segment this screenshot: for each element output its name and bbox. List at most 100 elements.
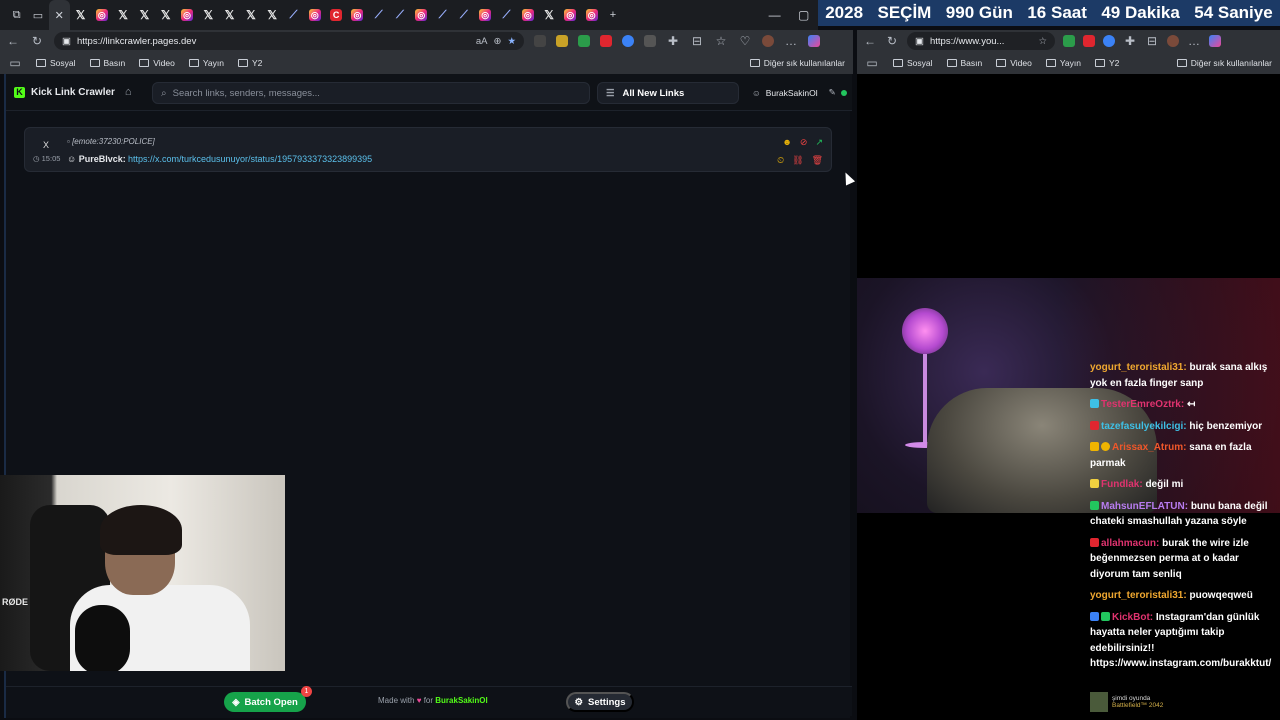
bookmark-folder[interactable]: Video xyxy=(139,58,175,68)
browser-essentials-icon[interactable]: ♡ xyxy=(738,34,752,48)
browser-tab[interactable]: ◎ xyxy=(176,0,197,30)
browser-tab[interactable]: ◎ xyxy=(475,0,496,30)
copilot-icon[interactable] xyxy=(808,35,820,47)
browser-tab[interactable]: 𝕏 xyxy=(70,0,91,30)
browser-tab[interactable]: ◎ xyxy=(347,0,368,30)
bookmark-folder[interactable]: Video xyxy=(996,58,1032,68)
bookmark-folder[interactable]: Yayın xyxy=(1045,58,1081,68)
favorite-star-icon[interactable]: ☆ xyxy=(1038,36,1047,47)
bookmark-folder[interactable]: Sosyal xyxy=(36,58,76,68)
open-external-icon[interactable]: ↗ xyxy=(815,137,823,148)
browser-tab[interactable]: ◎ xyxy=(91,0,112,30)
browser-tab[interactable]: 𝕏 xyxy=(198,0,219,30)
browser-tab[interactable]: ⟋ xyxy=(389,0,410,30)
bookmark-folder[interactable]: Y2 xyxy=(237,58,262,68)
author-link[interactable]: BurakSakinOl xyxy=(435,696,487,705)
filter-dropdown[interactable]: ☰ All New Links xyxy=(597,82,739,104)
maximize-icon[interactable]: ▢ xyxy=(798,8,809,22)
read-aloud-icon[interactable]: aA xyxy=(476,36,488,47)
unlink-icon[interactable]: ⛓ xyxy=(792,155,803,166)
extension-icon[interactable] xyxy=(622,35,634,47)
bookmark-folder[interactable]: Yayın xyxy=(188,58,224,68)
copilot-icon[interactable] xyxy=(1209,35,1221,47)
tab-active-close[interactable]: ✕ xyxy=(48,0,70,30)
extension-icon[interactable] xyxy=(1083,35,1095,47)
browser-tab[interactable]: C xyxy=(325,0,346,30)
extension-icon[interactable] xyxy=(534,35,546,47)
refresh-icon[interactable]: ↻ xyxy=(30,34,44,48)
browser-tab[interactable]: 𝕏 xyxy=(240,0,261,30)
video-fan-pole xyxy=(923,354,927,444)
browser-tab[interactable]: 𝕏 xyxy=(112,0,133,30)
folder-icon xyxy=(188,59,199,67)
browser-tab[interactable]: ◎ xyxy=(560,0,581,30)
other-bookmarks[interactable]: Diğer sık kullanılanlar xyxy=(1176,58,1272,68)
browser-tab[interactable]: ◎ xyxy=(304,0,325,30)
site-info-icon[interactable]: ▣ xyxy=(62,36,71,47)
profile-avatar-icon[interactable] xyxy=(1167,35,1179,47)
delete-icon[interactable]: 🗑 xyxy=(812,155,823,166)
extensions-puzzle-icon[interactable]: ✚ xyxy=(666,34,680,48)
site-info-icon[interactable]: ▣ xyxy=(915,36,924,47)
message-link[interactable]: https://x.com/turkcedusunuyor/status/195… xyxy=(128,154,372,164)
batch-open-button[interactable]: ◈ Batch Open xyxy=(224,692,306,712)
bookmark-folder[interactable]: Basın xyxy=(946,58,982,68)
back-icon[interactable]: ← xyxy=(863,34,877,48)
extension-icon[interactable] xyxy=(1063,35,1075,47)
back-icon[interactable]: ← xyxy=(6,34,20,48)
browser-tab[interactable]: ⟋ xyxy=(432,0,453,30)
favorites-icon[interactable]: ☆ xyxy=(714,34,728,48)
extension-icon[interactable] xyxy=(578,35,590,47)
zoom-icon[interactable]: ⊕ xyxy=(494,36,502,47)
browser-tab[interactable]: 𝕏 xyxy=(538,0,559,30)
x-favicon-icon: 𝕏 xyxy=(246,8,256,22)
browser-tab[interactable]: ◎ xyxy=(581,0,602,30)
minimize-icon[interactable]: — xyxy=(769,8,781,22)
workspaces-icon[interactable]: ⧉ xyxy=(6,0,27,30)
split-screen-icon[interactable]: ⊟ xyxy=(690,34,704,48)
address-bar-right: ← ↻ ▣ https://www.you... ☆ ✚ ⊟ … xyxy=(857,30,1280,52)
url-field-right[interactable]: ▣ https://www.you... ☆ xyxy=(907,32,1055,50)
more-menu-icon[interactable]: … xyxy=(1187,34,1201,48)
browser-tab[interactable]: ⟋ xyxy=(283,0,304,30)
refresh-icon[interactable]: ↻ xyxy=(885,34,899,48)
profile-avatar-icon[interactable] xyxy=(762,35,774,47)
bookmark-folder[interactable]: Sosyal xyxy=(893,58,933,68)
browser-tab[interactable]: ◎ xyxy=(517,0,538,30)
favorite-star-icon[interactable]: ★ xyxy=(507,36,516,47)
extension-icon[interactable] xyxy=(556,35,568,47)
app-header: K Kick Link Crawler ⌂ ⌕ ☰ All New Links … xyxy=(6,74,852,111)
extensions-puzzle-icon[interactable]: ✚ xyxy=(1123,34,1137,48)
new-tab-icon[interactable]: + xyxy=(602,0,623,30)
browser-tab[interactable]: ◎ xyxy=(411,0,432,30)
url-field-left[interactable]: ▣ https://linkcrawler.pages.dev aA ⊕ ★ xyxy=(54,32,524,50)
tab-actions-icon[interactable]: ▭ xyxy=(27,0,48,30)
browser-tab[interactable]: 𝕏 xyxy=(219,0,240,30)
browser-tab[interactable]: ⟋ xyxy=(453,0,474,30)
search-input[interactable] xyxy=(172,87,573,99)
extension-icon[interactable] xyxy=(1103,35,1115,47)
search-box[interactable]: ⌕ xyxy=(152,82,590,104)
timer-icon[interactable]: ⏲ xyxy=(777,155,784,166)
edit-icon[interactable]: ✎ xyxy=(829,87,836,98)
extension-icon[interactable] xyxy=(644,35,656,47)
browser-tab[interactable]: 𝕏 xyxy=(262,0,283,30)
settings-button[interactable]: ⚙ Settings xyxy=(566,692,634,712)
other-bookmarks[interactable]: Diğer sık kullanılanlar xyxy=(749,58,845,68)
more-menu-icon[interactable]: … xyxy=(784,34,798,48)
sidebar-toggle-icon[interactable]: ▭ xyxy=(865,56,879,70)
split-screen-icon[interactable]: ⊟ xyxy=(1145,34,1159,48)
browser-tab[interactable]: 𝕏 xyxy=(155,0,176,30)
github-icon[interactable]: ⌂ xyxy=(125,86,132,98)
browser-tab[interactable]: ⟋ xyxy=(368,0,389,30)
brand[interactable]: K Kick Link Crawler ⌂ xyxy=(14,86,132,98)
user-action-icon[interactable]: ☻ xyxy=(782,137,791,148)
browser-tab[interactable]: ⟋ xyxy=(496,0,517,30)
bookmark-folder[interactable]: Basın xyxy=(89,58,125,68)
badge-icon xyxy=(1101,442,1110,451)
extension-icon[interactable] xyxy=(600,35,612,47)
sidebar-toggle-icon[interactable]: ▭ xyxy=(8,56,22,70)
block-icon[interactable]: ⊘ xyxy=(800,137,808,148)
browser-tab[interactable]: 𝕏 xyxy=(134,0,155,30)
bookmark-folder[interactable]: Y2 xyxy=(1094,58,1119,68)
